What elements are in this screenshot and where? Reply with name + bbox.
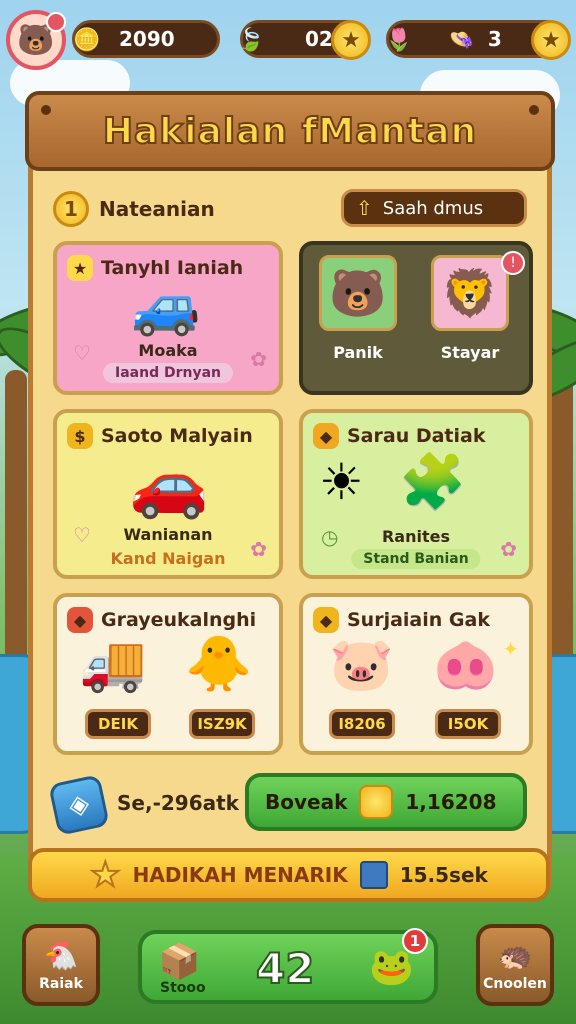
item-card-characters[interactable]: 🐻 🦁 ! Panik Stayar <box>299 241 533 395</box>
truck-icon: 🚗 <box>129 448 209 522</box>
card-caption: Wanianan <box>123 525 213 544</box>
banner-text: HADIKAH MENARIK <box>132 863 348 887</box>
star-gem-icon: ★ <box>67 255 93 281</box>
item-card-blocks[interactable]: ◆ Sarau Datiak ☀ 🧩 ◷ ✿ Ranites Stand Ban… <box>299 409 533 579</box>
nav-button-right[interactable]: 🦔 Cnoolen <box>476 924 554 1006</box>
gift-box-icon <box>359 861 388 889</box>
item-card-bundle-2[interactable]: ◆ Surjaiain Gak 🐷 🐽 ✦ I8206 I5OK <box>299 593 533 755</box>
blue-gem-button[interactable]: ◈ <box>48 774 110 836</box>
nav-right-label: Cnoolen <box>483 975 547 992</box>
add-star-coin-icon[interactable]: ★ <box>331 20 371 60</box>
card-caption: Moaka <box>138 341 198 360</box>
frog-icon: 🐸 <box>369 947 414 988</box>
character-portrait-stayar[interactable]: 🦁 <box>431 255 509 331</box>
category-row: 1 Nateanian ⇧ Saah dmus <box>53 189 527 231</box>
card-title: Grayeukalnghi <box>101 609 257 631</box>
item-card-vehicle-2[interactable]: $ Saoto Malyain 🚗 ♡ ✿ Wanianan Kand Naig… <box>53 409 283 579</box>
add-star-coin-icon[interactable]: ★ <box>531 20 571 60</box>
money-bag-icon: $ <box>67 423 93 449</box>
title-plank: Hakialan fMantan <box>25 91 555 171</box>
shop-board: Hakialan fMantan 1 Nateanian ⇧ Saah dmus… <box>25 91 555 900</box>
top-hud: 🐻 🪙 2090 🍃 02 ★ 🌷 👒 3 ★ <box>0 8 576 70</box>
crate-icon: 📦 <box>158 942 201 982</box>
category-number-badge: 1 <box>53 191 89 227</box>
coin-amount: 2090 <box>119 27 175 51</box>
nav-center-label: Stooo <box>160 980 206 996</box>
bear-character-icon: 🐻 <box>329 265 387 320</box>
leaf-amount: 02 <box>305 27 333 51</box>
critter-icon: 🦔 <box>497 938 533 972</box>
player-avatar[interactable]: 🐻 <box>6 10 66 70</box>
notification-badge: 1 <box>402 928 428 954</box>
tulip-icon: 🌷 <box>385 27 413 53</box>
card-caption: Ranites <box>381 527 450 546</box>
coin-stack-icon: 🪙 <box>73 27 101 53</box>
coin-counter[interactable]: 🪙 2090 <box>72 20 220 58</box>
nav-center-panel[interactable]: 📦 Stooo 42 🐸 1 <box>138 928 438 1004</box>
card-subtitle: Kand Naigan <box>110 549 226 568</box>
hat-icon: 👒 <box>449 27 474 51</box>
lion-character-icon: 🦁 <box>441 265 499 320</box>
up-arrow-icon: ⇧ <box>356 196 373 220</box>
card-title: Sarau Datiak <box>347 425 486 447</box>
sparkle-icon: ✦ <box>502 637 519 661</box>
coin-stack-icon <box>359 785 394 819</box>
truck-icon: 🚚 <box>79 632 147 695</box>
search-label: Saah dmus <box>382 197 484 219</box>
jeep-icon: 🚙 <box>131 274 201 339</box>
reward-banner[interactable]: ★ HADIKAH MENARIK 15.5sek <box>28 848 550 902</box>
portrait-caption: Panik <box>333 343 383 362</box>
buy-value: 1,16208 <box>405 790 497 814</box>
red-gem-icon: ◆ <box>67 607 93 633</box>
buy-button[interactable]: Boveak 1,16208 <box>245 773 527 831</box>
nav-center-value: 42 <box>255 943 315 994</box>
category-label: Nateanian <box>99 197 215 221</box>
board-title: Hakialan fMantan <box>102 110 478 153</box>
price-tag[interactable]: ISZ9K <box>189 709 255 739</box>
chicken-icon: 🐔 <box>43 938 79 972</box>
item-card-vehicle-1[interactable]: ★ Tanyhl Ianiah 🚙 ♡ ✿ Moaka Iaand Drnyan <box>53 241 283 395</box>
nav-button-left[interactable]: 🐔 Raiak <box>22 924 100 1006</box>
flower-counter[interactable]: 🌷 👒 3 ★ <box>385 20 571 60</box>
sun-icon: ☀ <box>319 453 364 511</box>
currency-row: ◈ Se,-296atk Boveak 1,16208 <box>48 773 527 836</box>
search-button[interactable]: ⇧ Saah dmus <box>341 189 527 227</box>
leaf-icon: 🍃 <box>237 27 265 53</box>
card-subtitle: Iaand Drnyan <box>103 363 233 383</box>
gem-count: Se,-296atk <box>117 791 239 815</box>
chick-character-icon: 🐥 <box>185 632 253 695</box>
pink-bear-icon: 🐷 <box>329 635 394 695</box>
blocks-icon: 🧩 <box>399 450 467 513</box>
pink-pig-icon: 🐽 <box>433 635 498 695</box>
banner-timer: 15.5sek <box>399 863 488 887</box>
flower-amount: 3 <box>487 27 502 51</box>
card-title: Saoto Malyain <box>101 425 253 447</box>
card-subtitle: Stand Banian <box>351 549 481 569</box>
star-icon: ★ <box>89 854 122 896</box>
leaf-counter[interactable]: 🍃 02 ★ <box>237 20 371 60</box>
card-title: Surjaiain Gak <box>347 609 490 631</box>
character-portrait-panik[interactable]: 🐻 <box>319 255 397 331</box>
alert-badge: ! <box>501 251 525 275</box>
gold-gem-icon: ◆ <box>313 607 339 633</box>
portrait-caption: Stayar <box>440 343 500 362</box>
nav-left-label: Raiak <box>39 975 83 992</box>
price-tag[interactable]: DEIK <box>85 709 151 739</box>
blue-gem-icon: ◈ <box>66 788 92 822</box>
item-card-bundle-1[interactable]: ◆ Grayeukalnghi 🚚 🐥 DEIK ISZ9K <box>53 593 283 755</box>
buy-label: Boveak <box>265 790 348 814</box>
orange-gem-icon: ◆ <box>313 423 339 449</box>
price-tag[interactable]: I5OK <box>435 709 501 739</box>
avatar-badge <box>46 12 66 32</box>
price-tag[interactable]: I8206 <box>329 709 395 739</box>
